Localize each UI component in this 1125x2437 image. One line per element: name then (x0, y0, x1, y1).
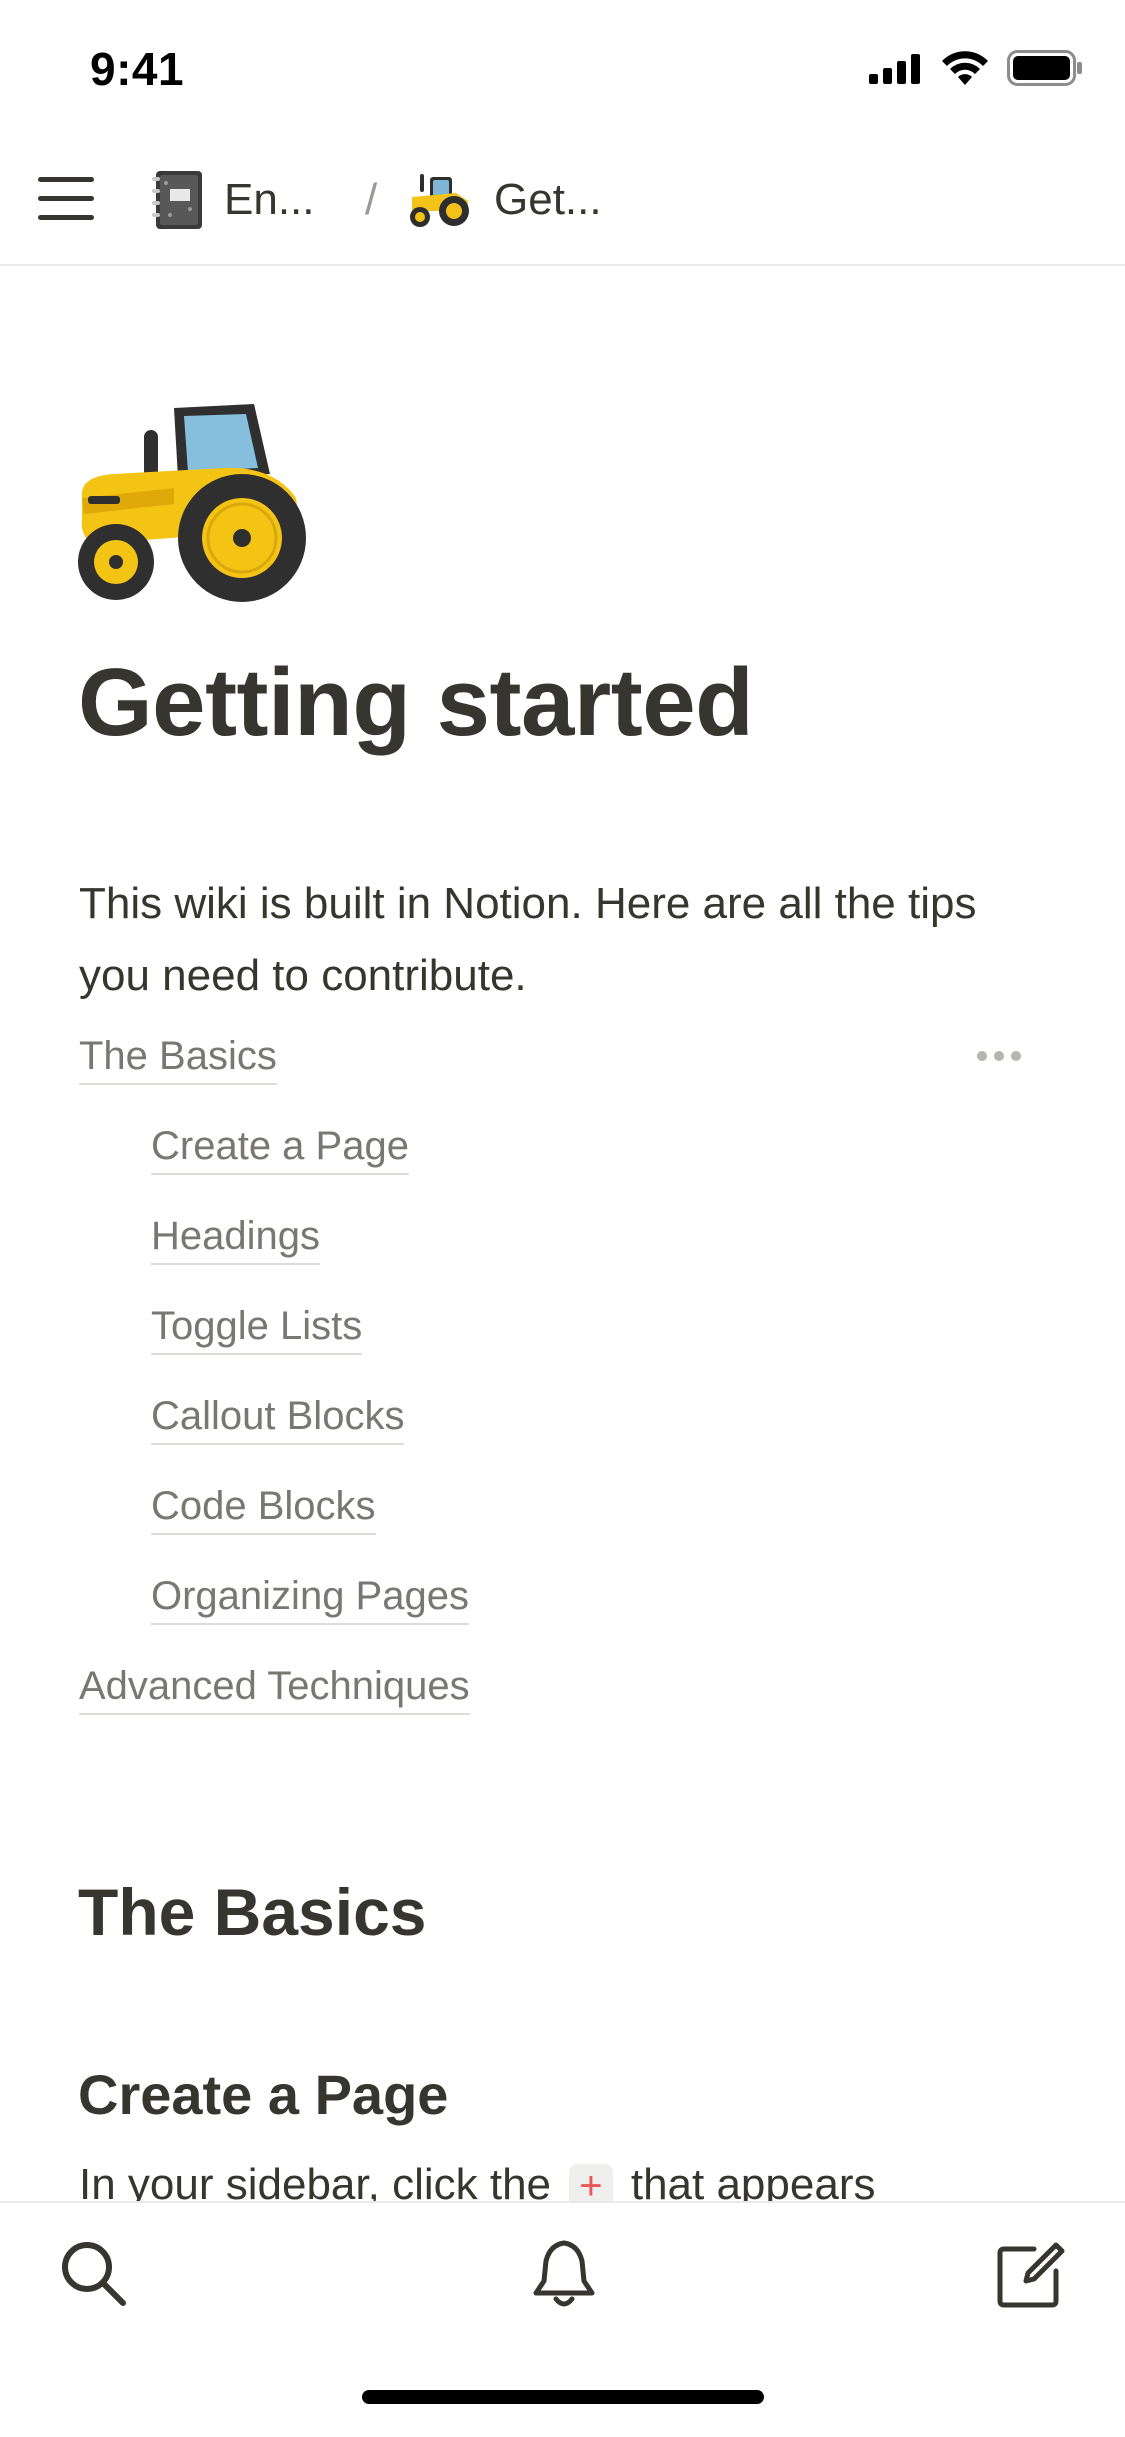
notebook-icon (152, 171, 202, 229)
more-horizontal-icon (977, 1051, 1021, 1061)
toc-item-the-basics[interactable]: The Basics (79, 1034, 277, 1085)
breadcrumb-item-getting-started[interactable]: Get... (408, 165, 602, 235)
compose-icon (997, 2242, 1065, 2308)
breadcrumb-label: En... (224, 175, 315, 224)
paragraph-text-start: In your sidebar, click the (79, 2160, 552, 2203)
toc-item-code-blocks[interactable]: Code Blocks (151, 1484, 376, 1535)
wifi-icon (942, 51, 988, 85)
toc-item-organizing-pages[interactable]: Organizing Pages (151, 1574, 469, 1625)
status-bar: 9:41 (0, 0, 1125, 135)
inline-plus-code: + (569, 2164, 613, 2203)
page-title[interactable]: Getting started (78, 648, 754, 758)
breadcrumb-separator: / (365, 175, 378, 224)
signal-icon (869, 54, 920, 84)
heading-the-basics[interactable]: The Basics (78, 1874, 427, 1950)
toc-more-button[interactable] (975, 1048, 1023, 1064)
heading-create-a-page[interactable]: Create a Page (78, 2062, 448, 2127)
battery-icon (1007, 50, 1082, 86)
bell-icon (533, 2240, 595, 2307)
toc-item-create-a-page[interactable]: Create a Page (151, 1124, 409, 1175)
notifications-button[interactable] (524, 2235, 604, 2315)
status-time: 9:41 (90, 43, 185, 95)
search-button[interactable] (55, 2235, 135, 2315)
nav-bar: En... / Get... (0, 135, 1125, 266)
toc-item-advanced-techniques[interactable]: Advanced Techniques (79, 1664, 470, 1715)
status-icons (869, 50, 1083, 86)
home-indicator[interactable] (362, 2390, 764, 2404)
tractor-icon (78, 404, 306, 602)
breadcrumb-label: Get... (494, 175, 602, 224)
hamburger-icon (38, 177, 94, 220)
tractor-icon (410, 174, 469, 227)
paragraph-text-end: that appears (630, 2160, 876, 2203)
create-a-page-paragraph[interactable]: In your sidebar, click the + that appear… (79, 2160, 1079, 2203)
breadcrumb-item-engineering[interactable]: En... (150, 165, 315, 235)
menu-button[interactable] (38, 173, 96, 225)
search-icon (62, 2242, 126, 2306)
toc-item-toggle-lists[interactable]: Toggle Lists (151, 1304, 363, 1355)
page-icon[interactable] (74, 388, 314, 608)
toc-item-callout-blocks[interactable]: Callout Blocks (151, 1394, 405, 1445)
intro-paragraph[interactable]: This wiki is built in Notion. Here are a… (79, 868, 1039, 1012)
toc-item-headings[interactable]: Headings (151, 1214, 321, 1265)
screen: 9:41 En... / Get... Getting started This… (0, 0, 1125, 2437)
new-page-button[interactable] (990, 2235, 1070, 2315)
page-content[interactable]: Getting started This wiki is built in No… (0, 268, 1125, 2203)
